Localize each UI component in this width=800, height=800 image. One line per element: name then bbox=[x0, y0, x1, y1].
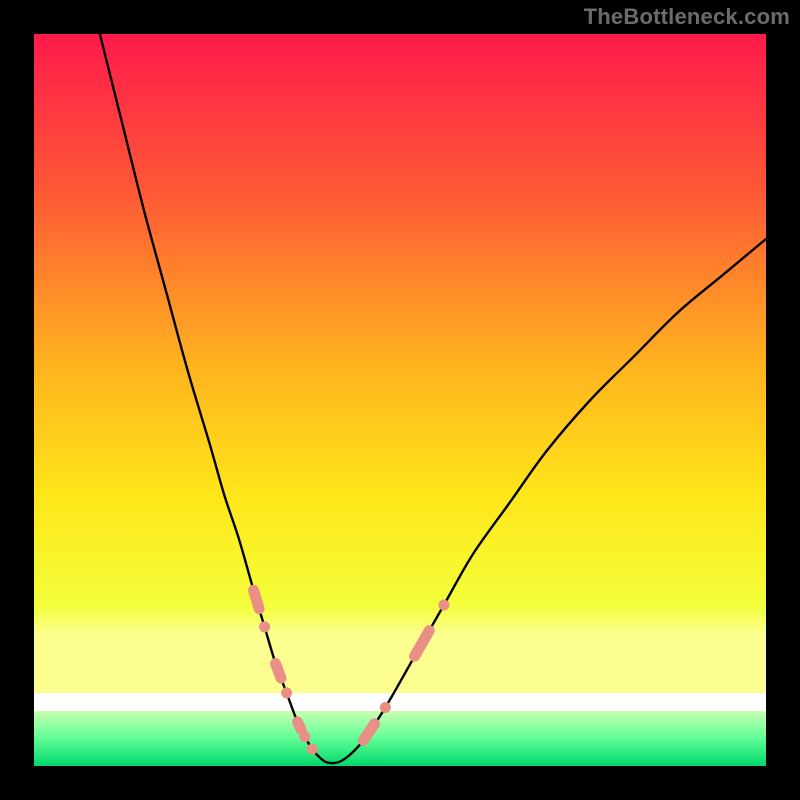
dot-point bbox=[307, 744, 318, 755]
plot-background bbox=[34, 34, 766, 766]
chart-svg bbox=[0, 0, 800, 800]
chart-frame: TheBottleneck.com bbox=[0, 0, 800, 800]
dot-point bbox=[299, 731, 310, 742]
dot-capsule bbox=[254, 590, 259, 608]
dot-point bbox=[380, 702, 391, 713]
dot-capsule bbox=[276, 664, 281, 679]
dot-point bbox=[438, 599, 449, 610]
dot-point bbox=[259, 621, 270, 632]
dot-point bbox=[281, 687, 292, 698]
watermark-text: TheBottleneck.com bbox=[584, 4, 790, 30]
dot-capsule bbox=[298, 722, 302, 729]
